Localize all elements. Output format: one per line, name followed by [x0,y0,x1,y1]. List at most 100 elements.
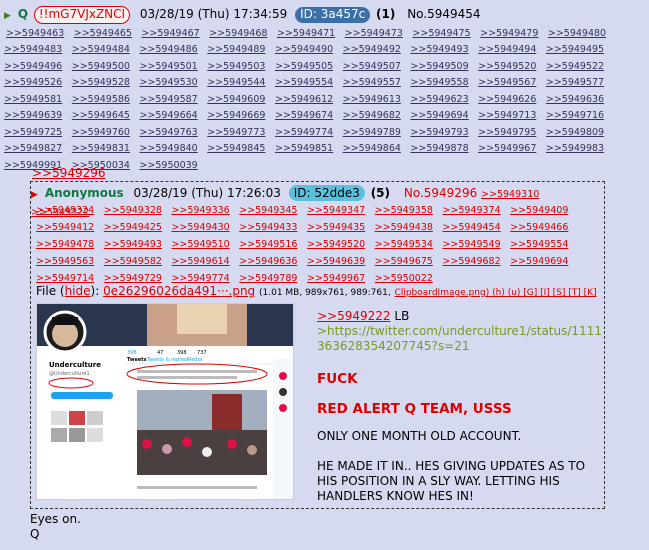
backlink[interactable]: >>5949789 [343,127,401,138]
backlink[interactable]: >>5949328 [104,205,162,216]
backlink[interactable]: >>5949645 [72,110,130,121]
backlink[interactable]: >>5949534 [375,239,433,250]
backlink[interactable]: >>5949557 [343,77,401,88]
backlink[interactable]: >>5949516 [239,239,297,250]
backlink[interactable]: >>5949639 [307,256,365,267]
backlink[interactable]: >>5949789 [239,273,297,284]
backlink[interactable]: >>5949324 [36,205,94,216]
backlink[interactable]: >>5949682 [343,110,401,121]
backlink[interactable]: >>5949425 [104,222,162,233]
backlink[interactable]: >>5949614 [171,256,229,267]
backlink[interactable]: >>5949636 [239,256,297,267]
backlink[interactable]: >>5949694 [510,256,568,267]
backlink[interactable]: >>5949864 [343,143,401,154]
backlink[interactable]: >>5949831 [72,143,130,154]
backlink[interactable]: >>5950039 [139,160,197,171]
backlink[interactable]: >>5949503 [207,61,265,72]
backlink[interactable]: >>5949468 [209,28,267,39]
backlink[interactable]: >>5949760 [72,127,130,138]
backlink[interactable]: >>5949586 [72,94,130,105]
backlink[interactable]: >>5949809 [546,127,604,138]
backlink[interactable]: >>5949493 [104,239,162,250]
file-tools-links[interactable]: ) (h) (u) [G] [I] [S] [T] [K] [486,288,597,298]
backlink[interactable]: >>5949500 [72,61,130,72]
backlink[interactable]: >>5949773 [207,127,265,138]
backlink[interactable]: >>5949725 [4,127,62,138]
backlink[interactable]: >>5949345 [239,205,297,216]
backlink[interactable]: >>5949795 [478,127,536,138]
backlink[interactable]: >>5949492 [343,44,401,55]
backlink[interactable]: >>5949845 [207,143,265,154]
backlink[interactable]: >>5949526 [4,77,62,88]
backlink[interactable]: >>5949486 [139,44,197,55]
backlink[interactable]: >>5949694 [410,110,468,121]
backlink[interactable]: >>5949851 [275,143,333,154]
backlink[interactable]: >>5949763 [139,127,197,138]
backlink[interactable]: >>5949463 [6,28,64,39]
backlink[interactable]: >>5949496 [4,61,62,72]
backlink[interactable]: >>5949520 [307,239,365,250]
backlink[interactable]: >>5949435 [307,222,365,233]
backlink[interactable]: >>5949983 [546,143,604,154]
backlink[interactable]: >>5949774 [171,273,229,284]
backlink[interactable]: >>5949522 [546,61,604,72]
backlink[interactable]: >>5949374 [442,205,500,216]
backlink[interactable]: >>5949473 [345,28,403,39]
image-thumbnail[interactable]: Underculture @Underculture1 398 47 398 7… [36,303,294,500]
backlink[interactable]: >>5949454 [442,222,500,233]
poster-id-badge[interactable]: ID: 3a457c [295,7,371,23]
backlink[interactable]: >>5950022 [375,273,433,284]
backlink[interactable]: >>5949554 [510,239,568,250]
backlink[interactable]: >>5949716 [546,110,604,121]
backlink[interactable]: >>5949505 [275,61,333,72]
backlink[interactable]: >>5949507 [343,61,401,72]
backlink[interactable]: >>5949520 [478,61,536,72]
backlink[interactable]: >>5949563 [36,256,94,267]
backlink[interactable]: >>5949639 [4,110,62,121]
backlink[interactable]: >>5949714 [36,273,94,284]
greentext-url[interactable]: >https://twitter.com/underculture1/statu… [317,324,602,354]
backlink[interactable]: >>5949609 [207,94,265,105]
backlink[interactable]: >>5949613 [343,94,401,105]
post-menu-arrow-icon[interactable]: ▶ [31,187,41,203]
backlink[interactable]: >>5949528 [72,77,130,88]
backlink[interactable]: >>5949682 [442,256,500,267]
backlink[interactable]: >>5949577 [546,77,604,88]
backlink[interactable]: >>5949793 [410,127,468,138]
backlink[interactable]: >>5949664 [139,110,197,121]
backlink[interactable]: >>5949467 [141,28,199,39]
backlink[interactable]: >>5949774 [275,127,333,138]
backlink[interactable]: >>5949582 [104,256,162,267]
backlink[interactable]: >>5949544 [207,77,265,88]
backlink[interactable]: >>5949612 [275,94,333,105]
backlink[interactable]: >>5949967 [307,273,365,284]
backlink[interactable]: >>5949509 [410,61,468,72]
backlink[interactable]: >>5949501 [139,61,197,72]
backlink[interactable]: >>5949967 [478,143,536,154]
poster-id-badge[interactable]: ID: 52dde3 [288,185,365,201]
quote-link-lb[interactable]: >>5949222 [317,309,391,323]
backlink[interactable]: >>5949480 [548,28,606,39]
backlink[interactable]: >>5949489 [207,44,265,55]
backlink[interactable]: >>5949483 [4,44,62,55]
backlink[interactable]: >>5949493 [410,44,468,55]
file-name-link[interactable]: 0e26296026da491···.png [103,284,255,298]
post-menu-arrow-icon[interactable]: ▶ [4,9,14,25]
backlink[interactable]: >>5949409 [510,205,568,216]
backlink[interactable]: >>5949484 [72,44,130,55]
backlink[interactable]: >>5949567 [478,77,536,88]
backlink[interactable]: >>5949827 [4,143,62,154]
backlink[interactable]: >>5949412 [36,222,94,233]
backlink[interactable]: >>5949840 [139,143,197,154]
backlink[interactable]: >>5949878 [410,143,468,154]
backlink[interactable]: >>5949626 [478,94,536,105]
backlink[interactable]: >>5949581 [4,94,62,105]
backlink[interactable]: >>5949729 [104,273,162,284]
backlink[interactable]: >>5949358 [375,205,433,216]
quote-link[interactable]: >>5949296 [32,166,106,180]
post-number-link[interactable]: No.5949454 [407,7,480,21]
backlink[interactable]: >>5949530 [139,77,197,88]
backlink[interactable]: >>5949471 [277,28,335,39]
backlink[interactable]: >>5949623 [410,94,468,105]
backlink[interactable]: >>5949475 [412,28,470,39]
